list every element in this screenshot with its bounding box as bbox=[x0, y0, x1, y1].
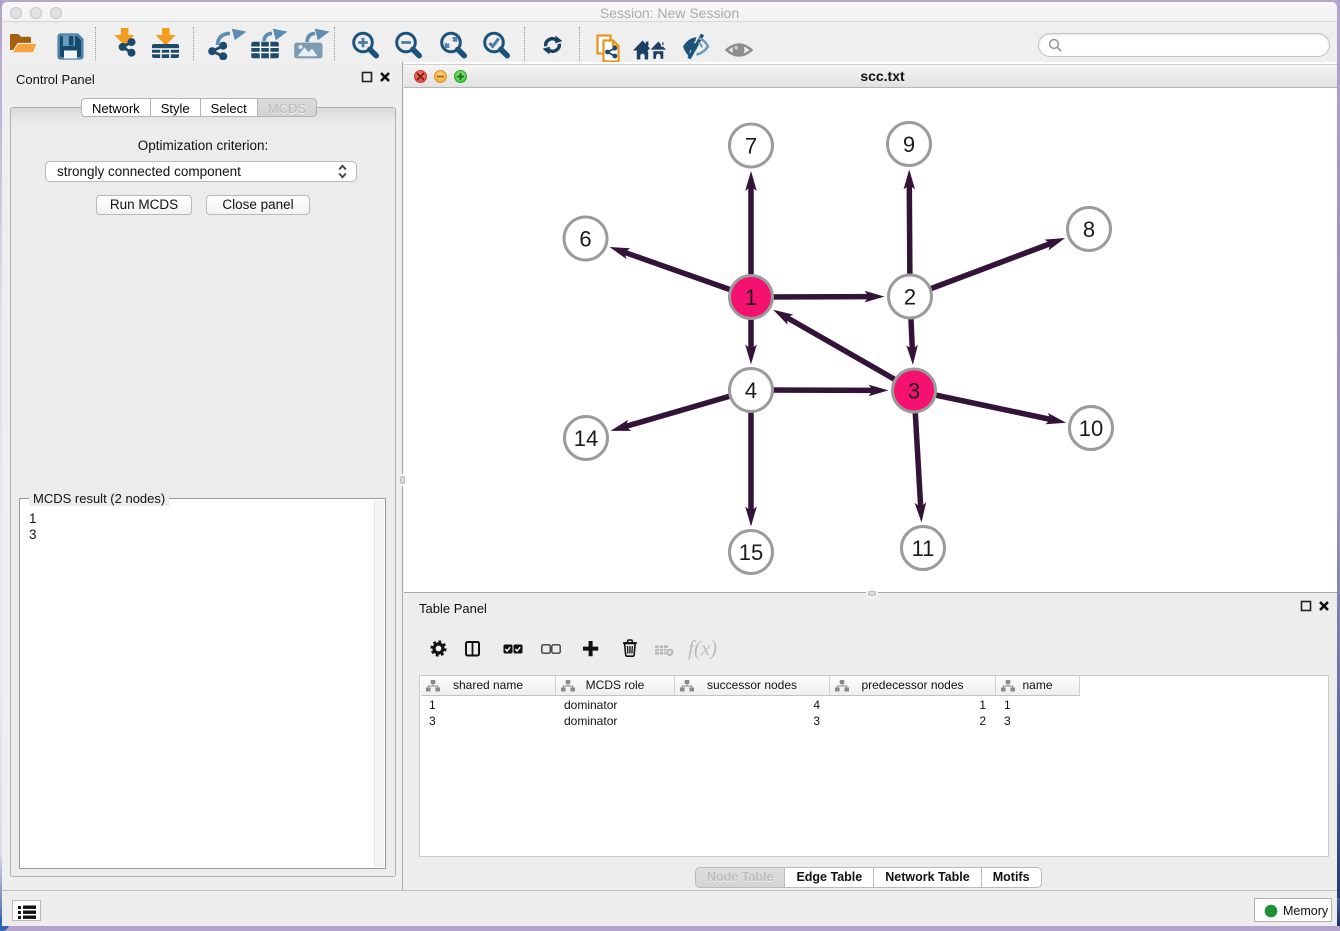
svg-text:1: 1 bbox=[745, 285, 757, 310]
svg-text:6: 6 bbox=[579, 227, 591, 252]
svg-text:8: 8 bbox=[1083, 217, 1095, 242]
svg-text:15: 15 bbox=[739, 540, 763, 565]
svg-text:7: 7 bbox=[745, 134, 757, 159]
svg-text:11: 11 bbox=[912, 536, 935, 561]
svg-text:4: 4 bbox=[745, 378, 757, 403]
svg-text:14: 14 bbox=[574, 426, 598, 451]
svg-text:10: 10 bbox=[1079, 416, 1103, 441]
svg-text:3: 3 bbox=[908, 379, 920, 404]
svg-text:2: 2 bbox=[904, 285, 916, 310]
svg-text:9: 9 bbox=[903, 132, 915, 157]
svg-text:f(x): f(x) bbox=[688, 639, 717, 660]
